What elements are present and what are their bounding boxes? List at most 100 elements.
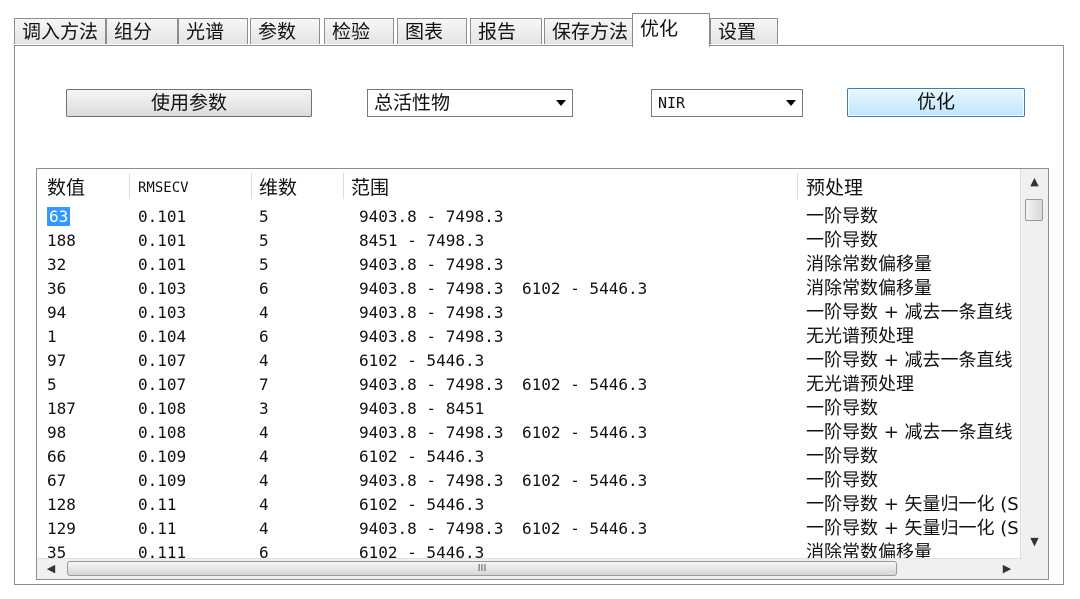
cell-preprocessing-text: 一阶导数: [806, 470, 878, 491]
table-row[interactable]: 36 0.103 6 9403.8 - 7498.3 6102 - 5446.3 消除常数…: [37, 277, 1022, 301]
cell-range-2-text: 6102 - 5446.3: [522, 423, 648, 442]
tab-validation[interactable]: 检验: [324, 18, 394, 44]
table-row[interactable]: 63 0.101 5 9403.8 - 7498.3 一阶导数: [37, 205, 1022, 229]
cell-range-1: 9403.8 - 7498.3: [359, 421, 504, 445]
property-select[interactable]: 总活性物: [367, 89, 573, 117]
table-row[interactable]: 1 0.104 6 9403.8 - 7498.3 无光谱预处理: [37, 325, 1022, 349]
cell-range-1-text: 6102 - 5446.3: [359, 351, 485, 370]
cell-rank-text: 6: [259, 279, 269, 298]
table-row[interactable]: 67 0.109 4 9403.8 - 7498.3 6102 - 5446.3 一阶导数: [37, 469, 1022, 493]
cell-range-1-text: 9403.8 - 7498.3: [359, 279, 504, 298]
cell-preprocessing: 一阶导数: [806, 205, 878, 229]
cell-value-text: 188: [47, 231, 76, 250]
cell-rmsecv-text: 0.103: [138, 303, 187, 322]
table-row[interactable]: 129 0.11 4 9403.8 - 7498.3 6102 - 5446.3 一阶导数…: [37, 517, 1022, 541]
cell-preprocessing-text: 无光谱预处理: [806, 326, 914, 347]
tab-graphs[interactable]: 图表: [397, 18, 467, 44]
cell-preprocessing: 一阶导数: [806, 397, 878, 421]
table-row[interactable]: 188 0.101 5 8451 - 7498.3 一阶导数: [37, 229, 1022, 253]
table-row[interactable]: 5 0.107 7 9403.8 - 7498.3 6102 - 5446.3 无光谱预处…: [37, 373, 1022, 397]
table-row[interactable]: 97 0.107 4 6102 - 5446.3 一阶导数 + 减去一条直线: [37, 349, 1022, 373]
tab-save-method[interactable]: 保存方法: [544, 18, 636, 44]
cell-value: 187: [47, 397, 76, 421]
cell-range-1-text: 9403.8 - 7498.3: [359, 423, 504, 442]
chevron-down-icon: [556, 100, 566, 106]
cell-rmsecv: 0.104: [138, 325, 186, 349]
vertical-scrollbar[interactable]: ▲ ▼: [1020, 169, 1048, 561]
cell-range-1: 9403.8 - 7498.3: [359, 469, 504, 493]
use-parameters-button[interactable]: 使用参数: [66, 89, 312, 117]
cell-rmsecv-text: 0.104: [138, 327, 187, 346]
cell-rank-text: 4: [259, 447, 269, 466]
cell-rank-text: 5: [259, 231, 269, 250]
cell-rank: 5: [259, 205, 269, 229]
cell-range-1: 6102 - 5446.3: [359, 445, 484, 469]
scroll-right-icon[interactable]: ▶: [995, 559, 1019, 579]
spectrum-select[interactable]: NIR: [651, 89, 803, 117]
cell-value: 98: [47, 421, 66, 445]
cell-range-1: 9403.8 - 7498.3: [359, 373, 504, 397]
tab-parameters[interactable]: 参数: [250, 18, 320, 44]
tab-optimize[interactable]: 优化: [632, 13, 710, 47]
tab-settings[interactable]: 设置: [710, 18, 778, 44]
vertical-scroll-thumb[interactable]: [1025, 199, 1043, 221]
table-row[interactable]: 32 0.101 5 9403.8 - 7498.3 消除常数偏移量: [37, 253, 1022, 277]
cell-rmsecv-text: 0.101: [138, 207, 187, 226]
cell-range-2-text: 6102 - 5446.3: [522, 519, 648, 538]
table-row[interactable]: 98 0.108 4 9403.8 - 7498.3 6102 - 5446.3 一阶导数…: [37, 421, 1022, 445]
table-row[interactable]: 94 0.103 4 9403.8 - 7498.3 一阶导数 + 减去一条直线: [37, 301, 1022, 325]
horizontal-scrollbar[interactable]: ◀ III ▶: [37, 558, 1022, 579]
cell-value: 5: [47, 373, 57, 397]
cell-preprocessing: 一阶导数: [806, 469, 878, 493]
cell-rmsecv-text: 0.11: [138, 495, 177, 514]
cell-rmsecv-text: 0.103: [138, 279, 187, 298]
cell-value: 129: [47, 517, 76, 541]
optimize-button[interactable]: 优化: [847, 88, 1025, 117]
cell-preprocessing: 无光谱预处理: [806, 373, 914, 397]
column-divider[interactable]: [343, 173, 344, 199]
cell-rank-text: 4: [259, 519, 269, 538]
cell-preprocessing-text: 一阶导数: [806, 398, 878, 419]
tab-report[interactable]: 报告: [470, 18, 542, 44]
cell-range-1-text: 9403.8 - 7498.3: [359, 303, 504, 322]
tab-load-method[interactable]: 调入方法: [14, 18, 106, 44]
scroll-up-icon[interactable]: ▲: [1021, 171, 1048, 193]
cell-rmsecv-text: 0.11: [138, 519, 177, 538]
cell-value: 32: [47, 253, 66, 277]
cell-range-1-text: 9403.8 - 7498.3: [359, 519, 504, 538]
cell-rank-text: 4: [259, 423, 269, 442]
cell-range-1-text: 8451 - 7498.3: [359, 231, 485, 250]
table-row[interactable]: 66 0.109 4 6102 - 5446.3 一阶导数: [37, 445, 1022, 469]
column-header-preprocessing[interactable]: 预处理: [806, 169, 863, 203]
cell-rmsecv: 0.108: [138, 421, 186, 445]
cell-value: 1: [47, 325, 57, 349]
cell-rank: 4: [259, 445, 269, 469]
horizontal-scroll-thumb[interactable]: III: [67, 561, 897, 576]
tab-spectra[interactable]: 光谱: [178, 18, 248, 44]
column-divider[interactable]: [797, 173, 798, 199]
column-header-range[interactable]: 范围: [351, 169, 389, 203]
column-header-rmsecv[interactable]: RMSECV: [138, 169, 189, 203]
cell-preprocessing: 一阶导数 + 矢量归一化 (S: [806, 517, 1019, 541]
tab-components[interactable]: 组分: [106, 18, 178, 44]
cell-rank-text: 4: [259, 495, 269, 514]
column-divider[interactable]: [251, 173, 252, 199]
cell-preprocessing: 一阶导数 + 减去一条直线: [806, 421, 1013, 445]
cell-preprocessing: 一阶导数 + 矢量归一化 (S: [806, 493, 1019, 517]
scroll-down-icon[interactable]: ▼: [1021, 531, 1048, 553]
cell-rmsecv-text: 0.101: [138, 231, 187, 250]
cell-value-text: 129: [47, 519, 76, 538]
cell-range-1: 9403.8 - 8451: [359, 397, 484, 421]
cell-value: 94: [47, 301, 66, 325]
column-header-rank[interactable]: 维数: [259, 169, 297, 203]
cell-rank: 7: [259, 373, 269, 397]
table-row[interactable]: 187 0.108 3 9403.8 - 8451 一阶导数: [37, 397, 1022, 421]
column-divider[interactable]: [129, 173, 130, 199]
cell-rank: 5: [259, 229, 269, 253]
table-row[interactable]: 128 0.11 4 6102 - 5446.3 一阶导数 + 矢量归一化 (S: [37, 493, 1022, 517]
scroll-left-icon[interactable]: ◀: [39, 559, 63, 579]
column-header-value[interactable]: 数值: [47, 169, 85, 203]
cell-rank: 6: [259, 277, 269, 301]
scrollbar-corner: [1021, 559, 1048, 579]
tab-strip: 调入方法 组分 光谱 参数 检验 图表 报告 保存方法 优化 设置: [14, 13, 1080, 47]
